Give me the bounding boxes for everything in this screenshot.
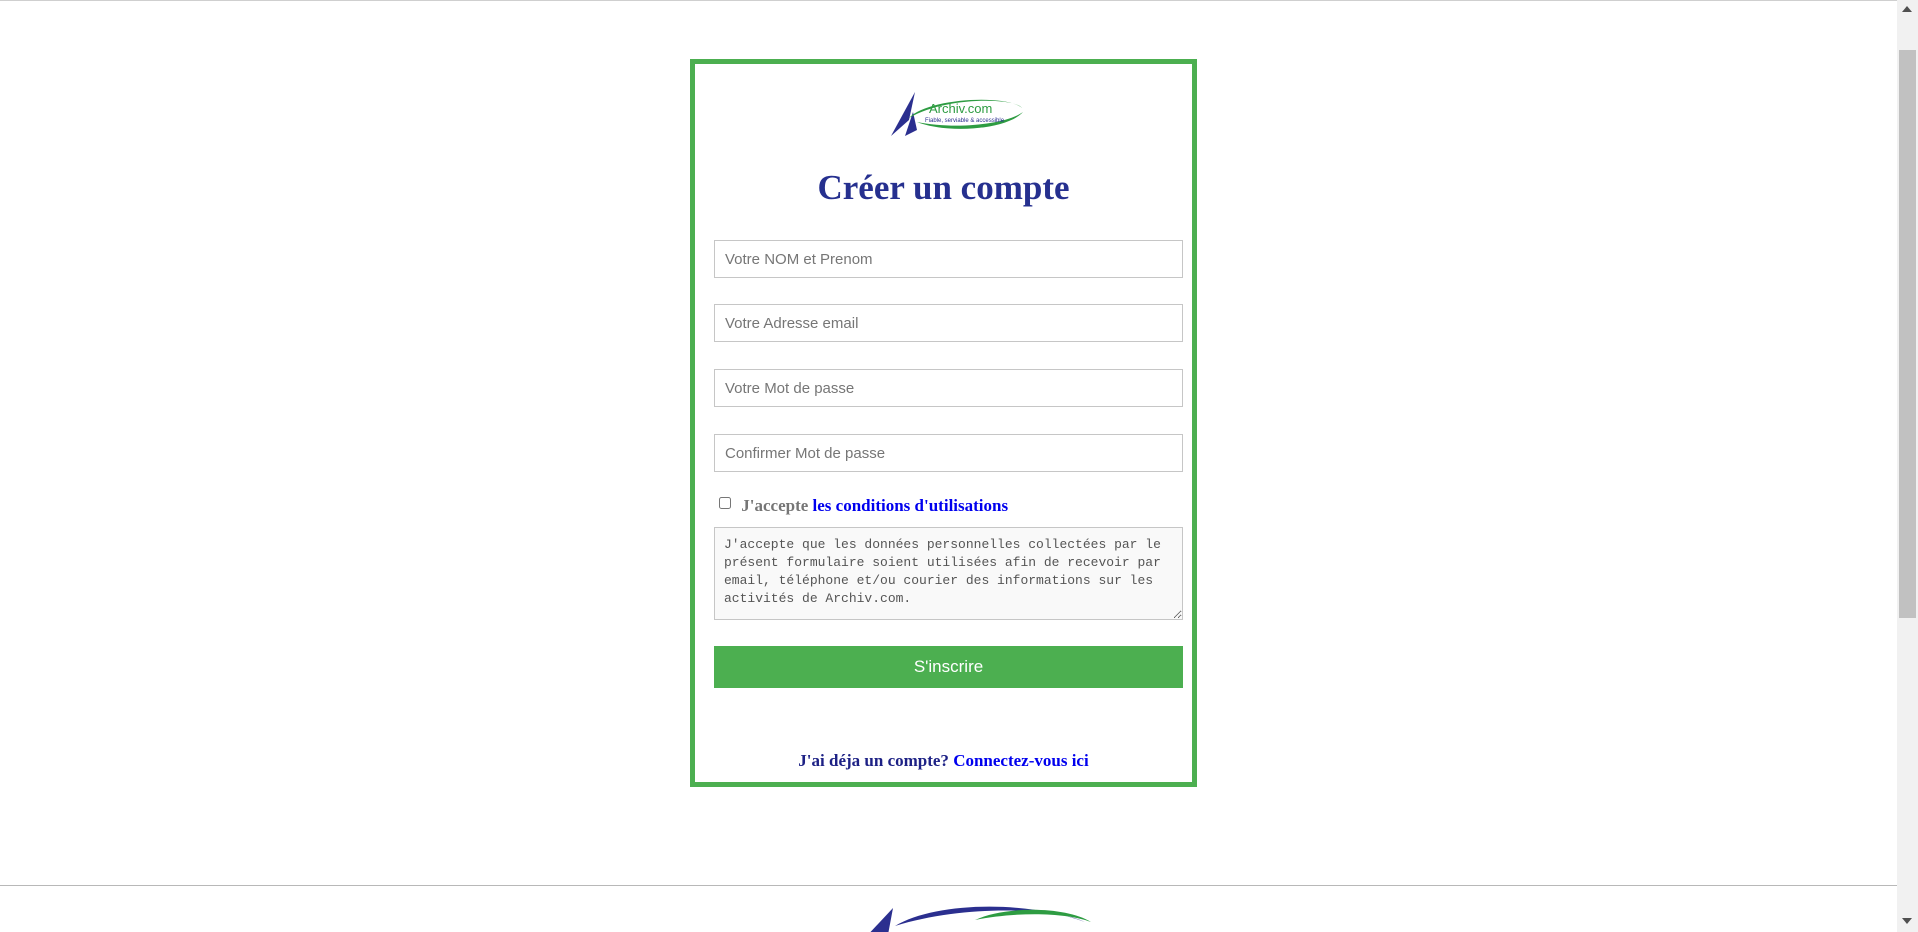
terms-accept-label: J'accepte — [741, 496, 809, 515]
confirm-password-field[interactable] — [714, 434, 1183, 472]
terms-checkbox[interactable] — [719, 497, 731, 509]
name-field[interactable] — [714, 240, 1183, 278]
footer-divider — [0, 885, 1897, 886]
terms-row: J'accepte les conditions d'utilisations — [719, 496, 1008, 516]
terms-link[interactable]: les conditions d'utilisations — [813, 496, 1009, 515]
login-prompt-text: J'ai déja un compte? — [798, 751, 949, 770]
logo-name: Archiv.com — [929, 101, 993, 116]
consent-textarea[interactable]: J'accepte que les données personnelles c… — [714, 527, 1183, 620]
footer-logo-icon — [870, 906, 1091, 932]
scroll-down-icon[interactable] — [1902, 918, 1912, 924]
signup-button[interactable]: S'inscrire — [714, 646, 1183, 688]
password-field[interactable] — [714, 369, 1183, 407]
archiv-logo: Archiv.com Fiable, serviable & accessibl… — [887, 90, 1027, 140]
login-prompt-row: J'ai déja un compte? Connectez-vous ici — [695, 751, 1192, 771]
email-field[interactable] — [714, 304, 1183, 342]
page-title: Créer un compte — [817, 168, 1070, 207]
logo-tagline: Fiable, serviable & accessible — [925, 118, 1005, 124]
scroll-up-icon[interactable] — [1902, 6, 1912, 12]
footer-logo — [855, 900, 1095, 932]
vertical-scrollbar[interactable] — [1897, 0, 1918, 932]
top-divider — [0, 0, 1897, 1]
scroll-thumb[interactable] — [1899, 50, 1916, 618]
login-link[interactable]: Connectez-vous ici — [953, 751, 1089, 770]
signup-card: Archiv.com Fiable, serviable & accessibl… — [690, 59, 1197, 787]
